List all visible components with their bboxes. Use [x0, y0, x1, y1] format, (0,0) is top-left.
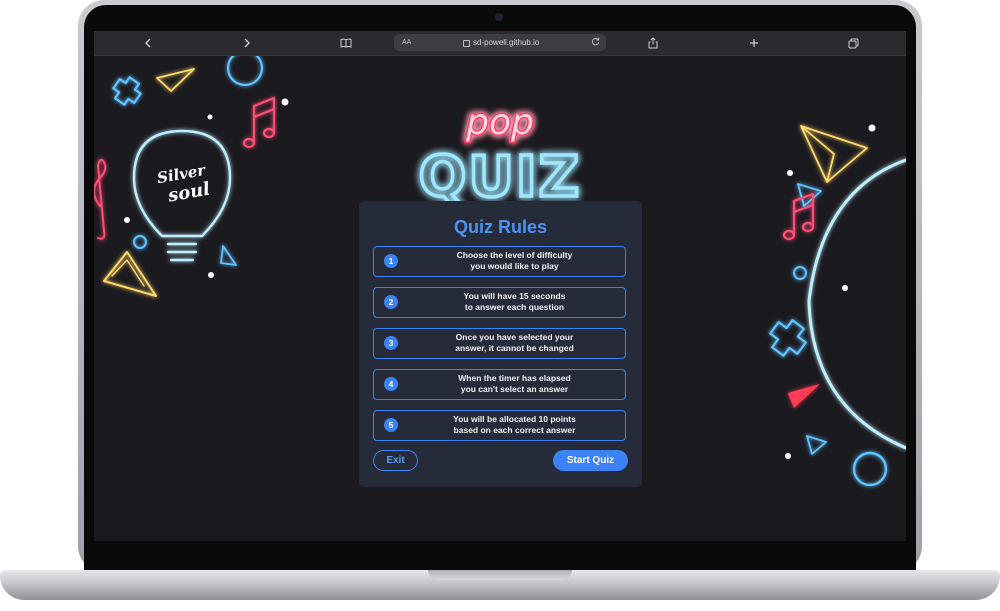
- logo-pop: pop: [465, 102, 534, 143]
- rule-number: 2: [384, 295, 398, 309]
- rule-item: 5 You will be allocated 10 points based …: [373, 410, 626, 441]
- chevron-left-icon[interactable]: [139, 34, 157, 52]
- plus-icon[interactable]: [745, 34, 763, 52]
- rule-text: You will be allocated 10 points based on…: [453, 414, 576, 435]
- page-content: Silver soul pop QUIZ Quiz Rules 1 Choose…: [94, 56, 906, 541]
- quiz-rules-card: Quiz Rules 1 Choose the level of difficu…: [359, 201, 642, 487]
- rule-text: Choose the level of difficulty you would…: [456, 250, 573, 271]
- rule-item: 2 You will have 15 seconds to answer eac…: [373, 287, 626, 318]
- laptop-chin: [84, 548, 916, 570]
- lock-icon: [463, 40, 471, 47]
- address-bar[interactable]: AA sd-powell.github.io: [394, 34, 606, 51]
- quiz-rules-title: Quiz Rules: [453, 217, 547, 237]
- browser-toolbar: AA sd-powell.github.io: [94, 31, 906, 56]
- tabs-icon[interactable]: [844, 34, 862, 52]
- rule-text: When the timer has elapsed you can't sel…: [458, 373, 571, 394]
- rule-item: 3 Once you have selected your answer, it…: [373, 328, 626, 359]
- book-icon[interactable]: [337, 34, 355, 52]
- rule-number: 5: [384, 418, 398, 432]
- rule-number: 4: [384, 377, 398, 391]
- share-icon[interactable]: [644, 34, 662, 52]
- rule-number: 3: [384, 336, 398, 350]
- rule-item: 4 When the timer has elapsed you can't s…: [373, 369, 626, 400]
- reload-icon[interactable]: [591, 37, 600, 48]
- chevron-right-icon[interactable]: [238, 34, 256, 52]
- camera-icon: [495, 13, 503, 21]
- start-quiz-button[interactable]: Start Quiz: [553, 450, 628, 471]
- exit-button[interactable]: Exit: [373, 450, 418, 471]
- laptop-notch: [428, 570, 572, 580]
- rule-item: 1 Choose the level of difficulty you wou…: [373, 246, 626, 277]
- rule-text: Once you have selected your answer, it c…: [455, 332, 574, 353]
- rule-number: 1: [384, 254, 398, 268]
- browser-window: AA sd-powell.github.io Silver soul pop Q…: [94, 31, 906, 541]
- rule-text: You will have 15 seconds to answer each …: [463, 291, 566, 312]
- url-text: sd-powell.github.io: [473, 38, 540, 47]
- reader-size-label[interactable]: AA: [402, 39, 411, 46]
